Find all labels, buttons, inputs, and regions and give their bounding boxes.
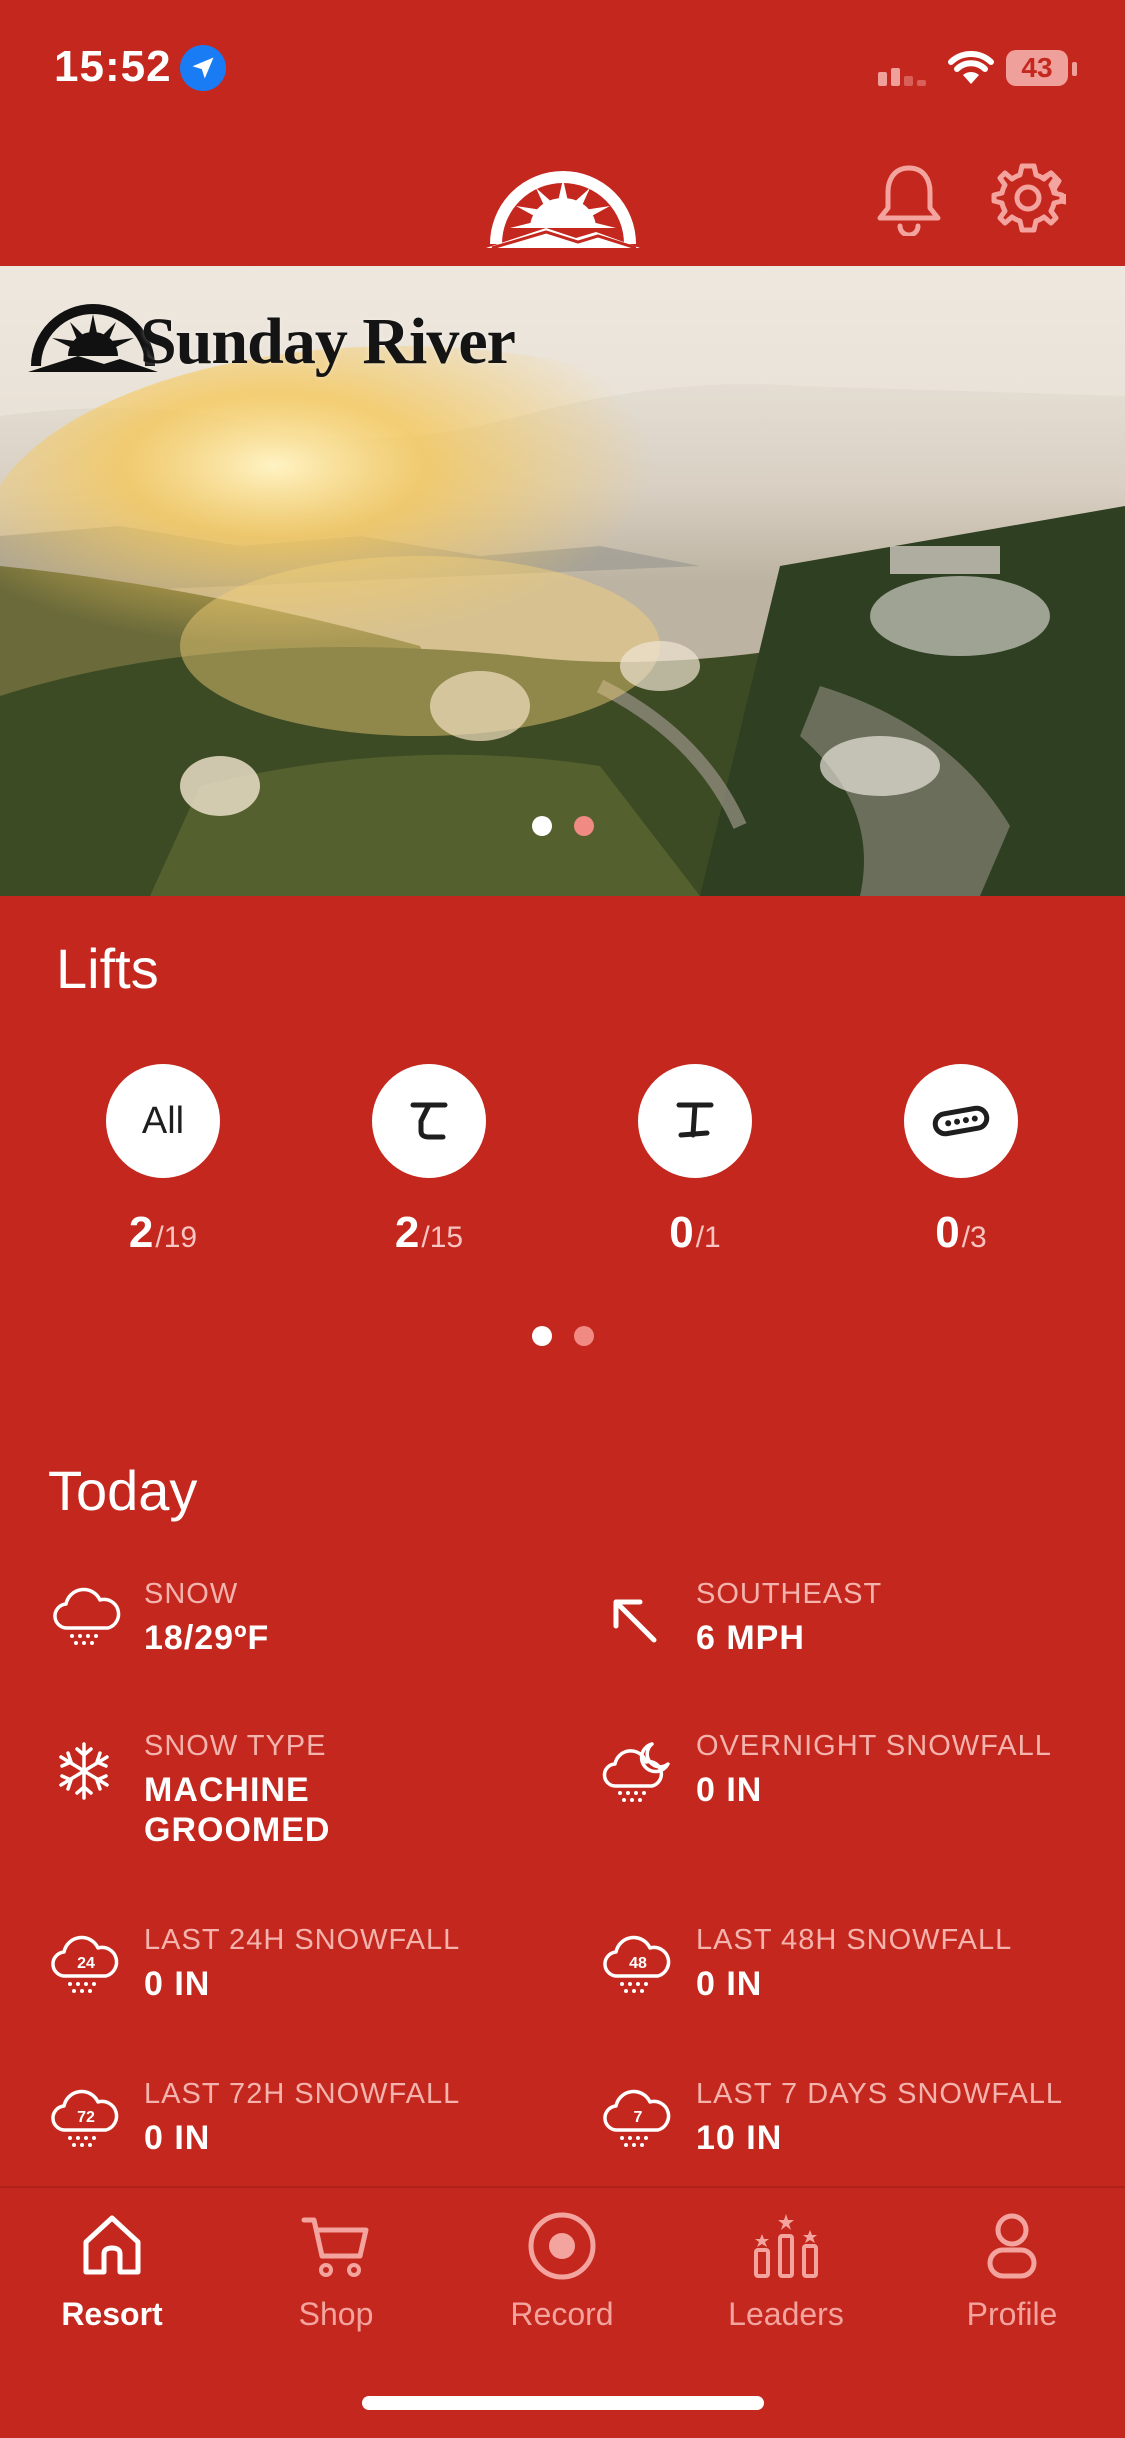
lifts-page-indicator[interactable] bbox=[532, 1326, 596, 1346]
night-snow-icon bbox=[602, 1742, 670, 1802]
tab-label: Shop bbox=[298, 2296, 374, 2332]
gondola-icon bbox=[932, 1105, 990, 1137]
lift-count-all: 2/19 bbox=[128, 1208, 198, 1257]
leaders-icon bbox=[754, 2214, 818, 2278]
weather-label: SNOW TYPE bbox=[144, 1730, 327, 1762]
cart-icon bbox=[301, 2217, 369, 2277]
page-dot-2[interactable] bbox=[574, 1326, 594, 1346]
weather-value: 18/29ºF bbox=[144, 1619, 270, 1657]
weather-label: LAST 72H SNOWFALL bbox=[144, 2078, 461, 2110]
weather-value: 0 IN bbox=[696, 1965, 763, 2003]
snow-72h-icon: 72 bbox=[51, 2089, 119, 2147]
tab-label: Record bbox=[510, 2296, 614, 2332]
notifications-button[interactable] bbox=[874, 160, 944, 238]
hero-carousel[interactable]: Sunday River bbox=[0, 266, 1125, 896]
lift-count-chairlift: 2/15 bbox=[394, 1208, 464, 1257]
signal-bars-icon bbox=[878, 68, 926, 86]
tab-label: Profile bbox=[966, 2296, 1058, 2332]
tab-label: Resort bbox=[61, 2296, 163, 2332]
weather-value: MACHINE GROOMED bbox=[144, 1771, 331, 1849]
lift-count-tbar: 0/1 bbox=[669, 1208, 721, 1257]
wifi-icon bbox=[948, 51, 994, 84]
battery-icon: 43 bbox=[1006, 50, 1068, 86]
page-dot-1[interactable] bbox=[532, 1326, 552, 1346]
tab-profile[interactable]: Profile bbox=[912, 2210, 1112, 2333]
snow-7d-icon: 7 bbox=[603, 2089, 671, 2147]
svg-text:48: 48 bbox=[629, 1955, 647, 1972]
sunday-river-logo-icon bbox=[28, 304, 158, 372]
settings-button[interactable] bbox=[990, 160, 1069, 236]
t-bar-icon bbox=[676, 1102, 714, 1138]
svg-text:7: 7 bbox=[634, 2109, 643, 2126]
weather-value: 10 IN bbox=[696, 2119, 783, 2157]
page-dot-1[interactable] bbox=[532, 816, 552, 836]
profile-icon bbox=[987, 2213, 1037, 2279]
svg-text:24: 24 bbox=[77, 1955, 95, 1972]
chairlift-button[interactable] bbox=[372, 1064, 486, 1178]
battery-tip bbox=[1072, 62, 1077, 76]
tab-shop[interactable]: Shop bbox=[236, 2210, 436, 2333]
home-indicator[interactable] bbox=[362, 2396, 764, 2410]
today-title: Today bbox=[48, 1459, 198, 1522]
record-icon bbox=[528, 2212, 596, 2280]
bell-icon bbox=[877, 165, 941, 238]
hero-page-indicator[interactable] bbox=[532, 816, 596, 836]
all-lifts-button[interactable]: All bbox=[106, 1064, 220, 1178]
tab-record[interactable]: Record bbox=[462, 2210, 662, 2333]
weather-value: 0 IN bbox=[144, 1965, 211, 2003]
status-bar: 15:52 43 bbox=[0, 0, 1125, 130]
all-label: All bbox=[141, 1100, 185, 1142]
weather-label: SOUTHEAST bbox=[696, 1578, 883, 1610]
snowflake-icon bbox=[59, 1742, 109, 1800]
home-icon bbox=[83, 2215, 141, 2275]
chairlift-icon bbox=[410, 1102, 448, 1140]
weather-label: LAST 7 DAYS SNOWFALL bbox=[696, 2078, 1064, 2110]
weather-label: LAST 48H SNOWFALL bbox=[696, 1924, 1013, 1956]
lifts-title: Lifts bbox=[56, 937, 159, 1000]
snow-24h-icon: 24 bbox=[51, 1935, 119, 1993]
lift-filter-chairlift[interactable]: 2/15 bbox=[344, 1064, 514, 1258]
lift-filter-gondola[interactable]: 0/3 bbox=[876, 1064, 1046, 1258]
gondola-button[interactable] bbox=[904, 1064, 1018, 1178]
weather-value: 0 IN bbox=[144, 2119, 211, 2157]
location-icon bbox=[180, 45, 226, 91]
tab-resort[interactable]: Resort bbox=[12, 2210, 212, 2333]
t-bar-button[interactable] bbox=[638, 1064, 752, 1178]
weather-label: LAST 24H SNOWFALL bbox=[144, 1924, 461, 1956]
gear-icon bbox=[991, 163, 1069, 233]
app-header bbox=[0, 130, 1125, 266]
svg-text:72: 72 bbox=[77, 2109, 95, 2126]
battery-level: 43 bbox=[1021, 52, 1053, 83]
weather-label: SNOW bbox=[144, 1578, 239, 1610]
tab-leaders[interactable]: Leaders bbox=[686, 2210, 886, 2333]
lift-count-gondola: 0/3 bbox=[935, 1208, 987, 1257]
resort-logo-icon bbox=[486, 171, 640, 250]
brand-wordmark: Sunday River bbox=[140, 305, 516, 378]
snow-cloud-icon bbox=[53, 1587, 121, 1645]
weather-label: OVERNIGHT SNOWFALL bbox=[696, 1730, 1052, 1762]
snow-48h-icon: 48 bbox=[603, 1935, 671, 1993]
tab-label: Leaders bbox=[728, 2296, 844, 2332]
page-dot-2[interactable] bbox=[574, 816, 594, 836]
status-time: 15:52 bbox=[54, 42, 172, 91]
weather-value: 0 IN bbox=[696, 1771, 763, 1809]
weather-value: 6 MPH bbox=[696, 1619, 805, 1657]
wind-direction-icon bbox=[613, 1599, 657, 1643]
lift-filter-tbar[interactable]: 0/1 bbox=[610, 1064, 780, 1258]
lift-filter-all[interactable]: All 2/19 bbox=[78, 1064, 248, 1258]
